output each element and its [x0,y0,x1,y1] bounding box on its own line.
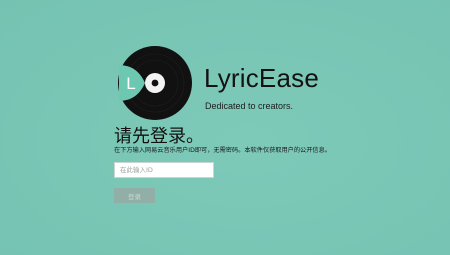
background [0,0,450,255]
logo-letter: L [126,74,135,93]
app-title: LyricEase [204,63,319,93]
app-tagline: Dedicated to creators. [205,101,294,111]
user-id-input[interactable] [114,162,214,178]
app-logo: L [117,45,193,121]
login-description: 在下方输入网易云音乐用户ID即可，无需密码。本软件仅获取用户的公开信息。 [114,147,331,154]
vinyl-record-icon: L [118,46,192,120]
login-button[interactable]: 登录 [114,188,155,203]
